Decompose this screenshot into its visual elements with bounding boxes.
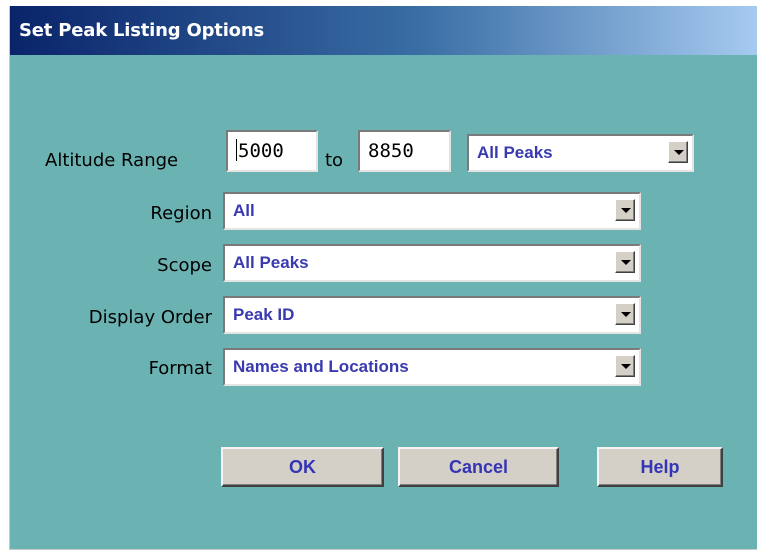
format-label: Format bbox=[148, 358, 212, 379]
region-label: Region bbox=[150, 203, 212, 224]
region-value: All bbox=[233, 201, 255, 220]
dialog-window: Set Peak Listing Options Altitude Range … bbox=[9, 6, 757, 550]
altitude-from-value: 5000 bbox=[238, 140, 284, 162]
altitude-range-label: Altitude Range bbox=[45, 150, 179, 171]
format-value: Names and Locations bbox=[233, 357, 409, 376]
altitude-from-input[interactable]: 5000 bbox=[226, 130, 318, 172]
display-order-value: Peak ID bbox=[233, 305, 295, 324]
scope-value: All Peaks bbox=[233, 253, 309, 272]
chevron-down-icon[interactable] bbox=[615, 303, 635, 325]
region-select[interactable]: All bbox=[223, 192, 641, 230]
altitude-to-input[interactable]: 8850 bbox=[358, 130, 451, 172]
altitude-to-label: to bbox=[325, 150, 344, 171]
ok-button[interactable]: OK bbox=[221, 447, 384, 487]
help-button[interactable]: Help bbox=[597, 447, 723, 487]
scope-select[interactable]: All Peaks bbox=[223, 244, 641, 282]
title-bar[interactable]: Set Peak Listing Options bbox=[10, 6, 757, 55]
chevron-down-icon[interactable] bbox=[615, 355, 635, 377]
peak-filter-select[interactable]: All Peaks bbox=[467, 134, 694, 172]
chevron-down-icon[interactable] bbox=[668, 141, 688, 163]
text-caret bbox=[236, 139, 237, 161]
altitude-to-value: 8850 bbox=[368, 140, 414, 162]
display-order-select[interactable]: Peak ID bbox=[223, 296, 641, 334]
chevron-down-icon[interactable] bbox=[615, 251, 635, 273]
peak-filter-value: All Peaks bbox=[477, 143, 553, 162]
scope-label: Scope bbox=[157, 255, 212, 276]
display-order-label: Display Order bbox=[88, 307, 212, 328]
cancel-button[interactable]: Cancel bbox=[398, 447, 559, 487]
chevron-down-icon[interactable] bbox=[615, 199, 635, 221]
format-select[interactable]: Names and Locations bbox=[223, 348, 641, 386]
